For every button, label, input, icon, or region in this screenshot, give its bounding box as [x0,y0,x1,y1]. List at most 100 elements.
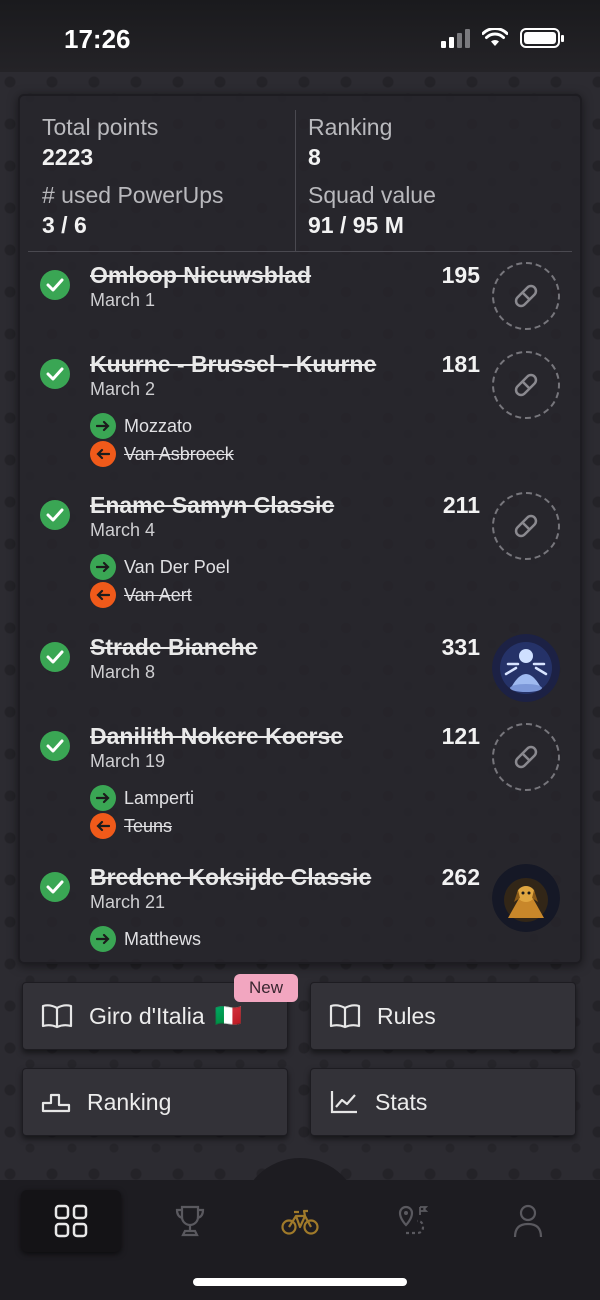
rider-in-name: Mozzato [124,415,193,436]
race-name: Omloop Nieuwsblad [90,262,312,288]
powerup-slot[interactable] [492,351,560,419]
tab-dashboard[interactable] [21,1190,121,1252]
race-points: 331 [441,634,480,660]
stats-button-label: Stats [375,1088,428,1115]
ranking-button[interactable]: Ranking [22,1068,288,1136]
ranking-stat: Ranking 8 [308,114,392,171]
dashboard-icon [54,1204,88,1238]
summary-divider [295,110,296,252]
tab-trophy[interactable] [140,1190,240,1252]
tab-bike[interactable] [250,1190,350,1252]
line-chart-icon [330,1091,357,1114]
route-icon [398,1205,429,1235]
rider-out-name: Teuns [124,815,173,836]
check-icon [40,500,70,530]
total-points-stat: Total points 2223 [42,114,158,171]
transfer-in: Mozzato [90,413,192,439]
powerup-slot[interactable] [492,262,560,330]
ranking-button-label: Ranking [87,1088,172,1115]
race-date: March 4 [90,520,156,540]
tab-route[interactable] [360,1190,460,1252]
race-date: March 21 [90,892,166,912]
arrow-right-icon [90,554,116,580]
check-icon [40,872,70,902]
rules-button-label: Rules [377,1002,436,1029]
ranking-label: Ranking [308,114,393,140]
total-points-value: 2223 [42,144,94,170]
race-name: Strade Bianche [90,634,258,660]
arrow-left-icon [90,813,116,839]
race-points: 211 [442,492,480,518]
race-points: 195 [441,262,480,288]
arrow-left-icon [90,582,116,608]
transfer-in: Lamperti [90,785,194,811]
powerup-slot[interactable] [492,492,560,560]
ranking-value: 8 [308,144,321,170]
check-icon [40,642,70,672]
check-icon [40,731,70,761]
transfer-in: Matthews [90,926,201,952]
race-date: March 1 [90,290,156,310]
book-icon [41,1004,73,1029]
powerup-avatar-dog[interactable] [492,864,560,932]
race-date: March 2 [90,379,156,399]
race-name: Kuurne - Brussel - Kuurne [90,351,377,377]
book-icon [329,1004,361,1029]
pill-icon [514,284,538,308]
pill-icon [514,373,538,397]
trophy-icon [175,1205,205,1237]
race-date: March 19 [90,751,166,771]
powerups-value: 3 / 6 [42,212,87,238]
status-time: 17:26 [64,24,131,54]
race-date: March 8 [90,662,156,682]
home-indicator [193,1278,407,1286]
signal-icon [441,28,470,48]
race-points: 262 [441,864,480,890]
battery-icon [520,28,564,48]
giro-button-label: Giro d'Italia [89,1002,205,1029]
transfer-in: Van Der Poel [90,554,230,580]
rider-in-name: Lamperti [124,787,195,808]
squad-value-value: 91 / 95 M [308,212,404,238]
rules-button[interactable]: Rules [310,982,576,1050]
transfer-out: Van Aert [90,582,192,608]
profile-icon [513,1204,543,1238]
transfer-out: Van Asbroeck [90,441,234,467]
powerups-stat: # used PowerUps 3 / 6 [42,182,224,239]
arrow-right-icon [90,785,116,811]
season-card: Total points 2223 Ranking 8 # used Power… [18,94,582,964]
new-badge: New [234,974,298,1002]
powerup-avatar-meditating-figure[interactable] [492,634,560,702]
summary-panel: Total points 2223 Ranking 8 # used Power… [28,96,572,252]
transfer-out: Teuns [90,813,172,839]
status-bar: 17:26 [0,0,600,72]
stats-button[interactable]: Stats [310,1068,576,1136]
rider-out-name: Van Aert [124,584,192,605]
race-name: Bredene Koksijde Classic [90,864,372,890]
italy-flag: 🇮🇹 [214,1003,243,1028]
powerup-slot[interactable] [492,723,560,791]
powerups-label: # used PowerUps [42,182,224,208]
rider-in-name: Van Der Poel [124,556,230,577]
pill-icon [514,514,538,538]
race-points: 121 [441,723,480,749]
race-name: Ename Samyn Classic [90,492,335,518]
arrow-left-icon [90,441,116,467]
rider-in-name: Matthews [124,928,202,949]
rider-out-name: Van Asbroeck [124,443,234,464]
status-icons [441,28,564,48]
arrow-right-icon [90,926,116,952]
bike-icon [281,1209,319,1235]
race-points: 181 [441,351,480,377]
tab-profile[interactable] [478,1190,578,1252]
check-icon [40,270,70,300]
squad-value-stat: Squad value 91 / 95 M [308,182,436,239]
podium-icon [41,1093,71,1113]
total-points-label: Total points [42,114,159,140]
race-name: Danilith Nokere Koerse [90,723,344,749]
check-icon [40,359,70,389]
squad-value-label: Squad value [308,182,436,208]
arrow-right-icon [90,413,116,439]
pill-icon [514,745,538,769]
wifi-icon [482,28,508,46]
